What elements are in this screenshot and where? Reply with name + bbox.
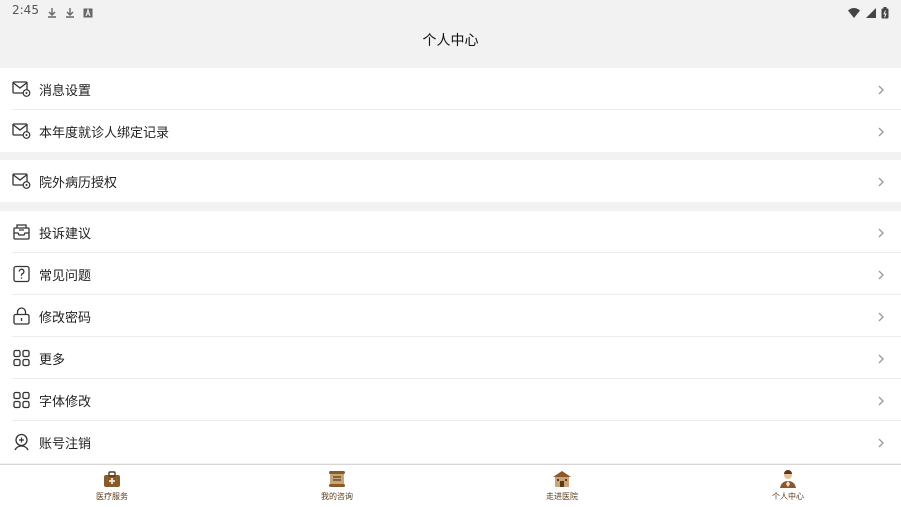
menu-item-account-deletion[interactable]: 账号注销 [0, 421, 901, 463]
scroll-icon [327, 469, 347, 489]
menu-item-label: 字体修改 [39, 395, 92, 410]
download-icon [46, 4, 58, 18]
menu-item-complaints-suggestions[interactable]: 投诉建议 [0, 211, 901, 253]
chevron-right-icon [877, 351, 885, 365]
header: 个人中心 [0, 22, 901, 57]
wifi-icon [847, 4, 861, 23]
menu-item-label: 院外病历授权 [39, 176, 118, 191]
a-icon [82, 4, 94, 18]
download-icon [64, 4, 76, 18]
menu-item-label: 投诉建议 [39, 227, 92, 242]
grid-icon [12, 349, 31, 367]
chevron-right-icon [877, 435, 885, 449]
inbox-icon [12, 223, 31, 241]
tab-label: 走进医院 [546, 492, 578, 501]
medical-kit-icon [102, 469, 122, 489]
menu-item-patient-binding-records[interactable]: 本年度就诊人绑定记录 [0, 110, 901, 152]
chevron-right-icon [877, 225, 885, 239]
menu-item-message-settings[interactable]: 消息设置 [0, 68, 901, 110]
hospital-icon [552, 469, 572, 489]
menu-item-label: 消息设置 [39, 84, 92, 99]
lock-icon [12, 307, 31, 325]
chevron-right-icon [877, 393, 885, 407]
chevron-right-icon [877, 82, 885, 96]
mail-settings-icon [12, 172, 31, 190]
menu-item-external-record-authorization[interactable]: 院外病历授权 [0, 160, 901, 202]
menu-item-change-password[interactable]: 修改密码 [0, 295, 901, 337]
tab-label: 我的咨询 [321, 492, 353, 501]
menu-item-more[interactable]: 更多 [0, 337, 901, 379]
settings-group-records: 院外病历授权 [0, 160, 901, 202]
battery-icon [881, 4, 889, 23]
menu-item-label: 本年度就诊人绑定记录 [39, 126, 170, 141]
tab-label: 医疗服务 [96, 492, 128, 501]
menu-item-faq[interactable]: 常见问题 [0, 253, 901, 295]
chevron-right-icon [877, 267, 885, 281]
menu-item-label: 账号注销 [39, 437, 92, 452]
signal-icon [865, 4, 877, 23]
question-icon [12, 265, 31, 283]
tab-medical-services[interactable]: 医疗服务 [52, 469, 172, 502]
tab-personal-center[interactable]: 个人中心 [728, 469, 848, 502]
menu-item-label: 常见问题 [39, 269, 92, 284]
status-notification-icons [46, 4, 94, 18]
person-icon [778, 469, 798, 489]
tab-about-hospital[interactable]: 走进医院 [502, 469, 622, 502]
status-system-icons [847, 4, 889, 23]
menu-item-label: 修改密码 [39, 311, 92, 326]
settings-group-general: 投诉建议 常见问题 修改密码 更多 字体修改 账号注销 [0, 211, 901, 463]
user-badge-icon [12, 433, 31, 451]
chevron-right-icon [877, 124, 885, 138]
mail-settings-icon [12, 122, 31, 140]
menu-item-font-settings[interactable]: 字体修改 [0, 379, 901, 421]
status-bar: 2:45 [0, 0, 901, 22]
mail-settings-icon [12, 80, 31, 98]
grid-icon [12, 391, 31, 409]
status-time: 2:45 [12, 3, 39, 17]
tab-my-consultations[interactable]: 我的咨询 [277, 469, 397, 502]
menu-item-label: 更多 [39, 353, 66, 368]
chevron-right-icon [877, 174, 885, 188]
chevron-right-icon [877, 309, 885, 323]
bottom-tab-bar: 医疗服务 我的咨询 走进医院 个人中心 [0, 464, 901, 507]
settings-group-messages: 消息设置 本年度就诊人绑定记录 [0, 68, 901, 152]
tab-label: 个人中心 [772, 492, 804, 501]
page-title: 个人中心 [422, 33, 479, 49]
